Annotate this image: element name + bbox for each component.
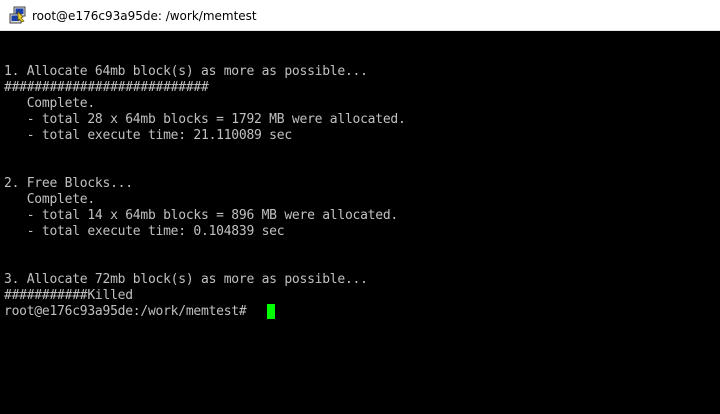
terminal-line: Complete. bbox=[4, 96, 95, 111]
terminal-line: 2. Free Blocks... bbox=[4, 176, 133, 191]
terminal-line: 3. Allocate 72mb block(s) as more as pos… bbox=[4, 272, 368, 287]
terminal-line: - total 28 x 64mb blocks = 1792 MB were … bbox=[4, 112, 406, 127]
title-bar[interactable]: root@e176c93a95de: /work/memtest bbox=[0, 0, 720, 31]
putty-icon[interactable] bbox=[9, 6, 27, 24]
terminal-line: Complete. bbox=[4, 192, 95, 207]
terminal-output[interactable]: 1. Allocate 64mb block(s) as more as pos… bbox=[0, 31, 720, 414]
window-title: root@e176c93a95de: /work/memtest bbox=[32, 9, 257, 23]
shell-prompt: root@e176c93a95de:/work/memtest# bbox=[4, 304, 255, 319]
terminal-window: root@e176c93a95de: /work/memtest 1. Allo… bbox=[0, 0, 720, 414]
text-cursor bbox=[267, 304, 275, 319]
terminal-line: - total 14 x 64mb blocks = 896 MB were a… bbox=[4, 208, 399, 223]
terminal-line: - total execute time: 21.110089 sec bbox=[4, 128, 292, 143]
terminal-line: 1. Allocate 64mb block(s) as more as pos… bbox=[4, 64, 368, 79]
terminal-line: - total execute time: 0.104839 sec bbox=[4, 224, 285, 239]
terminal-line: ########################### bbox=[4, 80, 209, 95]
terminal-line: ###########Killed bbox=[4, 288, 133, 303]
